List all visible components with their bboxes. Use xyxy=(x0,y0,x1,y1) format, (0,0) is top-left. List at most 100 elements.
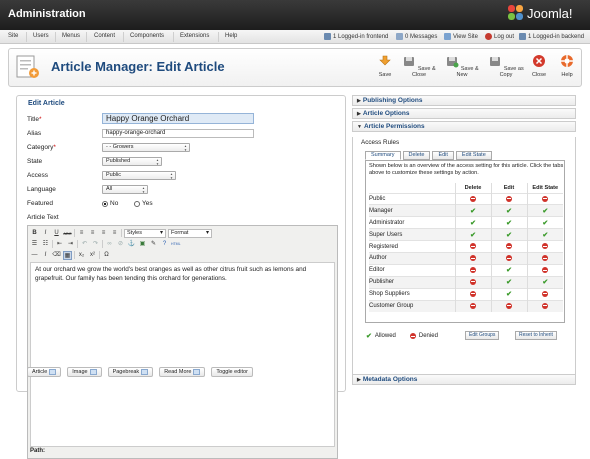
read-more-button[interactable]: Read More xyxy=(159,367,206,377)
close-button[interactable]: Close xyxy=(529,54,549,78)
align-left-icon[interactable]: ≡ xyxy=(77,229,86,238)
menu-extensions[interactable]: Extensions xyxy=(180,33,209,39)
styles-select[interactable]: Styles xyxy=(124,228,166,238)
bullet-list-icon[interactable]: ☰ xyxy=(30,240,39,249)
state-select[interactable]: Published xyxy=(102,157,162,166)
align-justify-icon[interactable]: ≡ xyxy=(110,229,119,238)
link-icon[interactable]: ∞ xyxy=(105,240,114,249)
permission-tabs: Summary Delete Edit Edit State xyxy=(365,151,492,160)
permissions-description: Shown below is an overview of the access… xyxy=(369,163,564,176)
allowed-icon: ✔ xyxy=(506,267,512,275)
toggle-editor-button[interactable]: Toggle editor xyxy=(211,367,253,377)
menu-site[interactable]: Site xyxy=(8,33,18,39)
superscript-icon[interactable]: x² xyxy=(88,251,97,260)
save-new-icon xyxy=(447,57,459,68)
indent-icon[interactable]: ⇥ xyxy=(66,240,75,249)
outdent-icon[interactable]: ⇤ xyxy=(55,240,64,249)
cleanup-icon[interactable]: ✎ xyxy=(149,240,158,249)
editor-buttons: Article Image Pagebreak Read More Toggle… xyxy=(27,367,253,377)
view-site-link[interactable]: View Site xyxy=(444,33,478,40)
messages-link[interactable]: 0 Messages xyxy=(396,33,437,40)
undo-icon[interactable]: ↶ xyxy=(80,240,89,249)
menu-components[interactable]: Components xyxy=(130,33,164,39)
denied-icon xyxy=(470,255,476,262)
allowed-icon: ✔ xyxy=(470,207,476,215)
category-select[interactable]: - - Growers xyxy=(102,143,190,152)
page-title: Article Manager: Edit Article xyxy=(51,59,225,74)
delete-permission xyxy=(454,263,491,277)
tab-edit-state[interactable]: Edit State xyxy=(455,151,492,160)
tab-delete[interactable]: Delete xyxy=(402,151,431,160)
denied-icon xyxy=(542,195,549,202)
alias-input[interactable]: happy-orange-orchard xyxy=(102,129,254,138)
featured-yes-radio[interactable]: Yes xyxy=(134,200,153,207)
align-right-icon[interactable]: ≡ xyxy=(99,229,108,238)
anchor-icon[interactable]: ⚓ xyxy=(127,240,136,249)
help-button[interactable]: Help xyxy=(557,54,577,78)
menu-content[interactable]: Content xyxy=(94,33,115,39)
edit-groups-button[interactable]: Edit Groups xyxy=(465,331,500,340)
denied-icon xyxy=(506,195,512,202)
article-button[interactable]: Article xyxy=(27,367,62,377)
redo-icon[interactable]: ↷ xyxy=(91,240,100,249)
html-icon[interactable]: HTML xyxy=(171,240,181,249)
publishing-options-toggle[interactable]: ▶ Publishing Options xyxy=(352,95,576,106)
numbered-list-icon[interactable]: ☷ xyxy=(41,240,50,249)
editor-content-area[interactable]: At our orchard we grow the world's best … xyxy=(30,262,335,447)
save-as-copy-button[interactable]: Save as Copy xyxy=(485,54,527,78)
align-center-icon[interactable]: ≡ xyxy=(88,229,97,238)
italic-button[interactable]: I xyxy=(41,229,50,238)
power-icon xyxy=(485,33,492,40)
special-character-icon[interactable]: Ω xyxy=(102,251,111,260)
save-close-button[interactable]: Save & Close xyxy=(399,54,439,78)
edit-state-permission xyxy=(526,240,563,253)
featured-no-radio[interactable]: No xyxy=(102,200,118,207)
edit-permission: ✔ xyxy=(490,263,527,277)
menu-help[interactable]: Help xyxy=(225,33,237,39)
horizontal-rule-icon[interactable]: — xyxy=(30,251,39,260)
group-name: Customer Group xyxy=(369,299,455,312)
denied-icon xyxy=(470,290,476,297)
edit-permission: ✔ xyxy=(490,275,527,289)
language-select[interactable]: All xyxy=(102,185,148,194)
menu-users[interactable]: Users xyxy=(33,33,49,39)
title-input[interactable]: Happy Orange Orchard xyxy=(102,113,254,124)
joomla-logo-icon xyxy=(508,5,524,21)
delete-permission xyxy=(454,275,491,289)
logout-link[interactable]: Log out xyxy=(485,33,514,40)
monitor-icon xyxy=(444,33,451,40)
edit-state-permission: ✔ xyxy=(526,204,563,217)
image-icon[interactable]: ▣ xyxy=(138,240,147,249)
edit-state-permission: ✔ xyxy=(526,216,563,229)
save-close-icon xyxy=(404,57,415,66)
clear-icon[interactable]: ⌫ xyxy=(52,251,61,260)
remove-format-icon[interactable]: I xyxy=(41,251,50,260)
article-options-toggle[interactable]: ▶ Article Options xyxy=(352,108,576,119)
tab-edit[interactable]: Edit xyxy=(432,151,454,160)
access-select[interactable]: Public xyxy=(102,171,176,180)
article-permissions-toggle[interactable]: ▼ Article Permissions xyxy=(352,121,576,132)
visual-aid-icon[interactable]: ▦ xyxy=(63,250,72,260)
table-row: Manager ✔ ✔ ✔ xyxy=(369,204,563,217)
save-button[interactable]: Save xyxy=(375,54,395,78)
pagebreak-button[interactable]: Pagebreak xyxy=(107,367,154,377)
format-select[interactable]: Format xyxy=(168,228,212,238)
language-label: Language xyxy=(27,186,56,193)
help-circle-icon[interactable]: ? xyxy=(160,240,169,249)
unlink-icon[interactable]: ⊘ xyxy=(116,240,125,249)
category-label: Category* xyxy=(27,144,56,151)
delete-permission: ✔ xyxy=(454,204,491,217)
reset-inherit-button[interactable]: Reset to Inherit xyxy=(515,331,557,340)
admin-header: Administration Joomla! xyxy=(0,0,590,30)
metadata-options-toggle[interactable]: ▶ Metadata Options xyxy=(352,374,576,385)
save-new-button[interactable]: Save & New xyxy=(443,54,481,78)
bold-button[interactable]: B xyxy=(30,229,39,238)
menu-menus[interactable]: Menus xyxy=(62,33,80,39)
tab-summary[interactable]: Summary xyxy=(365,151,401,160)
subscript-icon[interactable]: x₂ xyxy=(77,251,86,260)
table-row: Super Users ✔ ✔ ✔ xyxy=(369,228,563,241)
strikethrough-button[interactable]: ABC xyxy=(63,229,72,238)
underline-button[interactable]: U xyxy=(52,229,61,238)
image-button[interactable]: Image xyxy=(67,367,102,377)
permissions-legend: ✔ Allowed Denied xyxy=(366,333,438,340)
